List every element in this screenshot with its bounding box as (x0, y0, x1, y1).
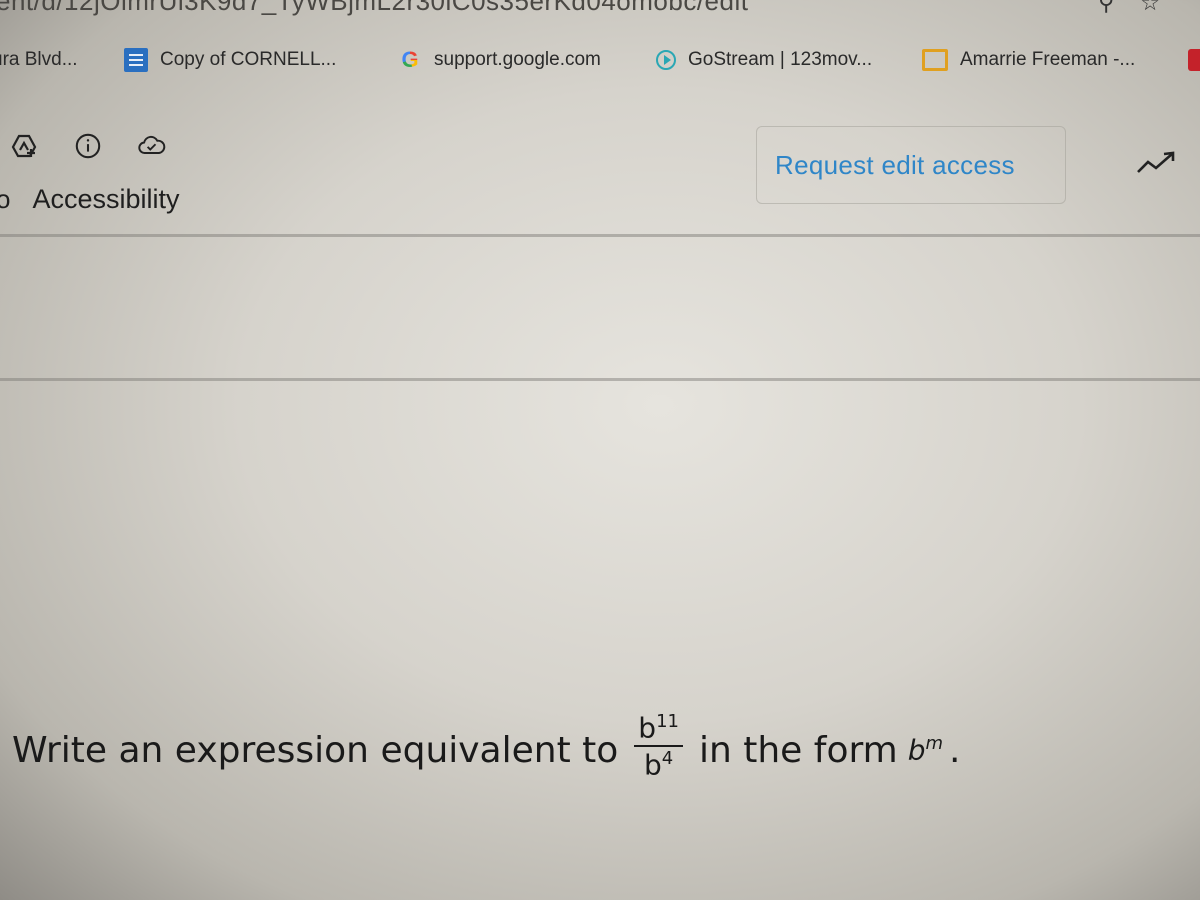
form-base: b (907, 733, 926, 767)
bookmark-label: support.google.com (434, 49, 601, 70)
add-to-drive-icon[interactable] (10, 132, 38, 160)
doc-toolbar-icons (10, 132, 166, 160)
menu-bar: o Accessibility (0, 184, 180, 215)
divider (0, 234, 1200, 237)
bookmark-label: Amarrie Freeman -... (960, 49, 1136, 70)
denominator-exponent: 4 (661, 748, 674, 769)
question-middle: in the form (698, 729, 898, 771)
bookmark-support-google[interactable]: G support.google.com (398, 47, 601, 72)
cloud-saved-icon[interactable] (138, 132, 166, 160)
divider (0, 378, 1200, 381)
question-prefix: Write an expression equivalent to (12, 729, 619, 771)
star-icon[interactable]: ☆ (1140, 0, 1160, 16)
fraction-denominator: b4 (644, 747, 673, 779)
bookmark-label: Copy of CORNELL... (160, 49, 337, 70)
play-icon (656, 50, 676, 70)
fraction-numerator: b11 (634, 710, 683, 747)
form-exponent: m (925, 733, 944, 755)
numerator-base: b (638, 711, 657, 744)
activity-trend-icon[interactable] (1136, 150, 1182, 181)
bookmark-youtube[interactable] (1188, 49, 1200, 71)
question-prompt: Write an expression equivalent to b11 b4… (12, 700, 1200, 800)
bookmark-ura-blvd[interactable]: ura Blvd... (0, 49, 78, 71)
youtube-icon (1188, 49, 1200, 71)
bookmark-gostream[interactable]: GoStream | 123mov... (656, 49, 872, 71)
bookmark-label: GoStream | 123mov... (688, 49, 873, 70)
address-bar[interactable]: ent/d/12jOlmrUl3K9d7_TyWBjmL2r30lC0s35er… (0, 0, 1200, 22)
fraction: b11 b4 (634, 710, 683, 780)
question-suffix: . (949, 729, 961, 771)
info-icon[interactable] (74, 132, 102, 160)
request-edit-access-label: Request edit access (775, 149, 1015, 180)
zoom-icon[interactable]: ⚲ (1098, 0, 1114, 16)
request-edit-access-button[interactable]: Request edit access (756, 126, 1066, 204)
bookmarks-bar: ura Blvd... Copy of CORNELL... G support… (0, 42, 1200, 78)
numerator-exponent: 11 (656, 710, 679, 732)
url-text[interactable]: ent/d/12jOlmrUl3K9d7_TyWBjmL2r30lC0s35er… (0, 0, 748, 17)
google-icon: G (398, 47, 422, 72)
bookmark-label: ura Blvd... (0, 49, 78, 70)
docs-icon (124, 48, 148, 72)
slides-icon (922, 49, 948, 71)
target-form: bm (908, 733, 943, 766)
bookmark-copy-of-cornell[interactable]: Copy of CORNELL... (124, 48, 336, 72)
menu-item-accessibility[interactable]: Accessibility (32, 184, 179, 215)
bookmark-amarrie-freeman[interactable]: Amarrie Freeman -... (922, 49, 1135, 71)
menu-item-partial[interactable]: o (0, 184, 10, 215)
denominator-base: b (644, 748, 662, 782)
